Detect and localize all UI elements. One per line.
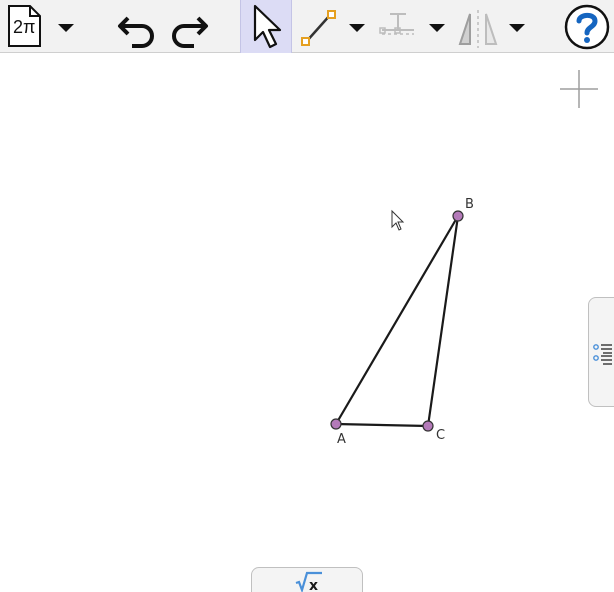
segment-tool-button[interactable] <box>296 0 370 53</box>
point-a[interactable] <box>330 418 342 430</box>
svg-text:x: x <box>309 578 318 592</box>
chevron-down-icon[interactable] <box>348 22 366 34</box>
perpendicular-icon <box>379 13 414 35</box>
point-label-a: A <box>337 432 346 447</box>
chevron-down-icon[interactable] <box>428 22 446 34</box>
point-b[interactable] <box>452 210 464 222</box>
point-c[interactable] <box>422 420 434 432</box>
segment-bc[interactable] <box>426 215 460 427</box>
reflect-tool-button[interactable] <box>452 0 530 53</box>
undo-button[interactable] <box>114 0 160 53</box>
move-tool-button[interactable] <box>240 0 292 53</box>
help-icon <box>564 4 610 50</box>
input-bar-toggle[interactable]: x <box>251 567 363 592</box>
algebra-view-toggle[interactable] <box>588 297 614 407</box>
mouse-cursor-icon <box>391 209 405 231</box>
chevron-down-icon[interactable] <box>508 22 526 34</box>
geogebra-app: 2π A B C x <box>0 0 614 592</box>
algebra-list-icon <box>593 344 612 365</box>
triangle-abc[interactable] <box>335 215 460 428</box>
sqrt-x-icon: x <box>295 571 322 592</box>
point-label-c: C <box>436 428 446 443</box>
redo-icon <box>172 16 208 48</box>
segment-ab[interactable] <box>335 215 459 425</box>
toolbar: 2π <box>0 0 614 53</box>
crosshair-icon <box>560 70 598 108</box>
graphics-view[interactable]: A B C <box>0 54 614 592</box>
perpendicular-tool-button[interactable] <box>374 0 448 53</box>
main-menu-button[interactable]: 2π <box>0 0 80 53</box>
pointer-arrow-icon <box>253 4 282 49</box>
menu-icon-text: 2π <box>13 17 36 37</box>
help-button[interactable] <box>560 0 612 53</box>
point-label-b: B <box>465 197 474 212</box>
redo-button[interactable] <box>164 0 212 53</box>
segment-icon <box>301 10 336 46</box>
chevron-down-icon[interactable] <box>57 22 75 34</box>
graphics-svg <box>330 70 598 432</box>
reflect-icon <box>458 10 498 48</box>
undo-icon <box>118 16 154 48</box>
segment-ca[interactable] <box>335 422 429 428</box>
